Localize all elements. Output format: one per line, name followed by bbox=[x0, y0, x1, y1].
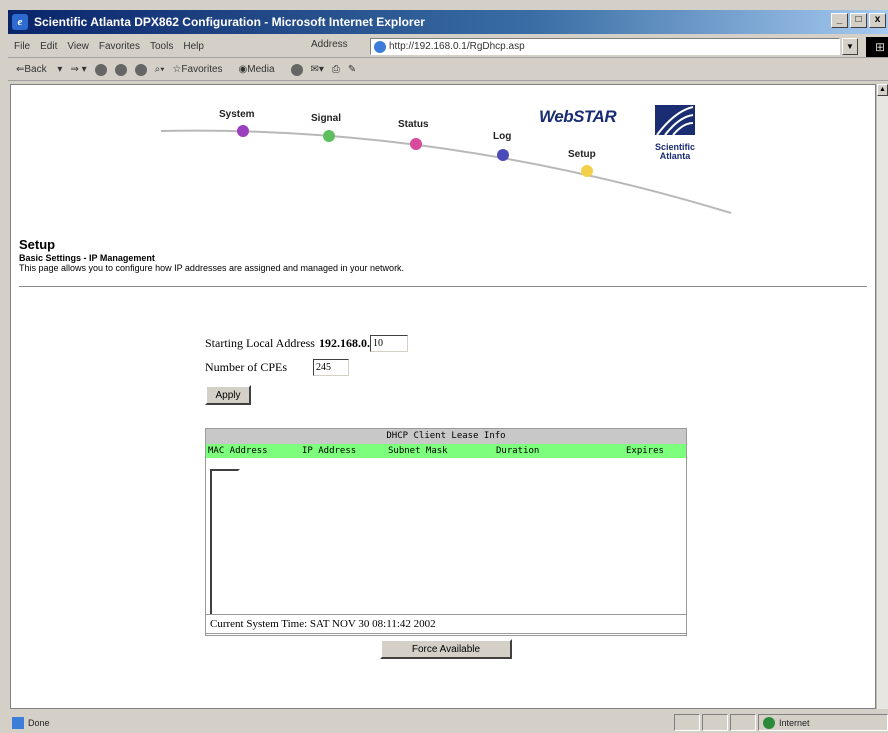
cpe-input[interactable] bbox=[313, 359, 349, 376]
col-duration: Duration bbox=[496, 446, 540, 456]
dhcp-column-headers: MAC Address IP Address Subnet Mask Durat… bbox=[206, 444, 686, 458]
print-icon[interactable]: ⎙ bbox=[332, 64, 340, 75]
ie-icon: e bbox=[12, 14, 28, 30]
back-label: Back bbox=[24, 64, 47, 75]
nav-dot-signal[interactable] bbox=[323, 130, 335, 142]
col-mac-address: MAC Address bbox=[208, 446, 268, 456]
nav-status[interactable]: Status bbox=[398, 119, 429, 130]
mail-button[interactable]: ✉▾ bbox=[311, 64, 324, 75]
start-address-input[interactable] bbox=[369, 335, 408, 352]
page-description: This page allows you to configure how IP… bbox=[19, 263, 405, 273]
close-button[interactable]: x bbox=[869, 13, 886, 28]
start-address-prefix: 192.168.0. bbox=[318, 336, 370, 350]
dhcp-lease-list[interactable] bbox=[210, 469, 240, 617]
divider bbox=[19, 286, 867, 287]
page-viewport: System Signal Status Log Setup WebSTAR S… bbox=[10, 84, 876, 709]
address-url: http://192.168.0.1/RgDhcp.asp bbox=[389, 41, 525, 52]
maximize-button[interactable]: □ bbox=[850, 13, 867, 28]
cpe-label: Number of CPEs bbox=[205, 360, 287, 374]
system-time: Current System Time: SAT NOV 30 08:11:42… bbox=[205, 614, 687, 634]
col-subnet-mask: Subnet Mask bbox=[388, 446, 448, 456]
media-label: Media bbox=[247, 64, 275, 75]
dhcp-table-title: DHCP Client Lease Info bbox=[206, 429, 686, 444]
nav-dot-status[interactable] bbox=[410, 138, 422, 150]
forward-button[interactable]: ⇒ ▾ bbox=[70, 64, 86, 75]
scientific-atlanta-logo-text: Scientific Atlanta bbox=[654, 142, 695, 161]
search-button[interactable]: ⌕▾ bbox=[155, 64, 165, 75]
vertical-scrollbar[interactable]: ▲ bbox=[876, 84, 888, 709]
window-titlebar: e Scientific Atlanta DPX862 Configuratio… bbox=[8, 10, 888, 34]
col-expires: Expires bbox=[626, 446, 664, 456]
nav-setup[interactable]: Setup bbox=[568, 149, 596, 160]
favorites-label: Favorites bbox=[181, 64, 223, 75]
history-icon[interactable] bbox=[290, 63, 303, 76]
start-address-label: Starting Local Address bbox=[205, 336, 315, 350]
page-done-icon bbox=[12, 716, 24, 729]
page-title: Setup bbox=[19, 237, 56, 252]
address-bar[interactable]: http://192.168.0.1/RgDhcp.asp bbox=[370, 38, 840, 55]
menu-bar: File Edit View Favorites Tools Help Addr… bbox=[8, 35, 888, 58]
security-zone: Internet bbox=[758, 714, 888, 731]
scroll-up-icon[interactable]: ▲ bbox=[877, 84, 888, 96]
window-title: Scientific Atlanta DPX862 Configuration … bbox=[34, 15, 425, 29]
toolbar: ⇐Back ▾ ⇒ ▾ ⌕▾ ☆Favorites ◉Media ✉▾ ⎙ ✎ bbox=[8, 59, 888, 81]
menu-edit[interactable]: Edit bbox=[40, 41, 57, 52]
windows-logo-icon: ⊞ bbox=[866, 37, 888, 57]
internet-zone-icon bbox=[763, 716, 775, 729]
menu-view[interactable]: View bbox=[67, 41, 89, 52]
menu-file[interactable]: File bbox=[14, 41, 30, 52]
edit-icon[interactable]: ✎ bbox=[348, 64, 356, 75]
apply-button[interactable]: Apply bbox=[205, 385, 251, 405]
nav-log[interactable]: Log bbox=[493, 131, 511, 142]
minimize-button[interactable]: _ bbox=[831, 13, 848, 28]
menu-help[interactable]: Help bbox=[183, 41, 204, 52]
menu-tools[interactable]: Tools bbox=[150, 41, 173, 52]
status-segment bbox=[702, 714, 728, 731]
favorites-button[interactable]: ☆Favorites bbox=[172, 64, 230, 75]
nav-dot-setup[interactable] bbox=[581, 165, 593, 177]
webstar-logo: WebSTAR bbox=[539, 107, 617, 126]
menu-favorites[interactable]: Favorites bbox=[99, 41, 140, 52]
nav-dot-log[interactable] bbox=[497, 149, 509, 161]
nav-signal[interactable]: Signal bbox=[311, 113, 341, 124]
status-bar: Done Internet bbox=[8, 712, 888, 733]
page-icon bbox=[374, 41, 386, 53]
force-available-button[interactable]: Force Available bbox=[380, 639, 512, 659]
media-button[interactable]: ◉Media bbox=[239, 64, 283, 75]
address-label: Address bbox=[311, 39, 348, 50]
stop-icon[interactable] bbox=[94, 63, 107, 76]
nav-arc bbox=[160, 125, 732, 214]
nav-dot-system[interactable] bbox=[237, 125, 249, 137]
cpe-row: Number of CPEs bbox=[205, 359, 349, 376]
start-address-row: Starting Local Address 192.168.0. bbox=[205, 335, 408, 352]
refresh-icon[interactable] bbox=[114, 63, 127, 76]
dhcp-lease-table: DHCP Client Lease Info MAC Address IP Ad… bbox=[205, 428, 687, 636]
zone-label: Internet bbox=[779, 717, 810, 728]
page-subtitle: Basic Settings - IP Management bbox=[19, 253, 155, 263]
back-button[interactable]: ⇐Back ▾ bbox=[16, 64, 62, 75]
home-icon[interactable] bbox=[134, 63, 147, 76]
col-ip-address: IP Address bbox=[302, 446, 357, 456]
address-dropdown-button[interactable]: ▼ bbox=[842, 38, 858, 55]
nav-system[interactable]: System bbox=[219, 109, 255, 120]
status-segment bbox=[730, 714, 756, 731]
status-segment bbox=[674, 714, 700, 731]
status-text: Done bbox=[28, 717, 50, 728]
